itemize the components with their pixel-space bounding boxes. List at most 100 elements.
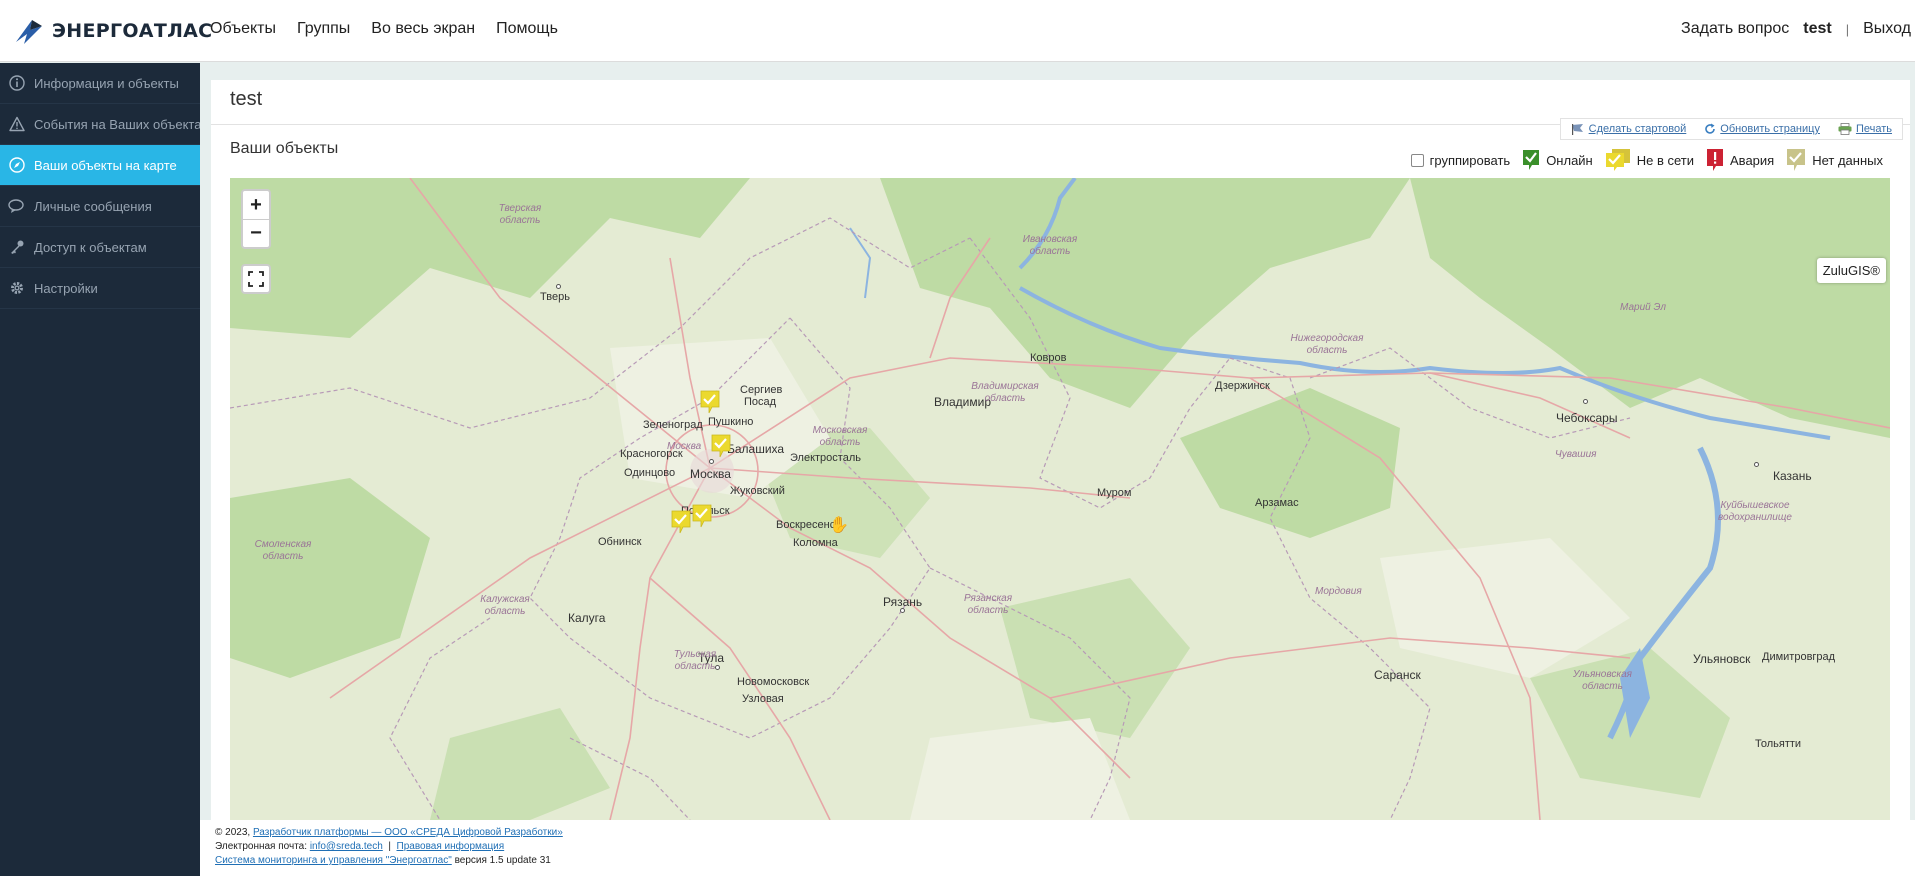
legend-alarm: Авария <box>1706 148 1774 172</box>
city-dot <box>1754 462 1759 467</box>
info-icon <box>8 74 26 92</box>
city-label: Муром <box>1097 487 1132 499</box>
nav-fullscreen[interactable]: Во весь экран <box>371 20 475 38</box>
city-dot <box>709 459 714 464</box>
zoom-in-button[interactable]: + <box>243 191 269 219</box>
region-label: Смоленская область <box>254 539 312 562</box>
fullscreen-icon <box>248 271 264 287</box>
map-attribution: ZuluGIS® <box>1816 258 1886 283</box>
city-label: Обнинск <box>598 536 642 548</box>
legend-online-label: Онлайн <box>1546 152 1593 168</box>
make-start-label: Сделать стартовой <box>1588 123 1687 135</box>
legend-offline: Не в сети <box>1605 148 1694 172</box>
city-label: Узловая <box>742 693 784 705</box>
sidebar-item-map[interactable]: Ваши объекты на карте <box>0 145 200 186</box>
system-link[interactable]: Система мониторинга и управления "Энерго… <box>215 855 452 866</box>
region-label: Куйбышевское водохранилище <box>1718 500 1792 523</box>
sidebar-item-settings[interactable]: Настройки <box>0 268 200 309</box>
refresh-page-button[interactable]: Обновить страницу <box>1704 123 1820 135</box>
sidebar-item-label: Настройки <box>34 280 98 296</box>
city-label: Саранск <box>1374 668 1421 682</box>
nav-groups[interactable]: Группы <box>297 20 350 38</box>
city-label: Ковров <box>1030 352 1067 364</box>
legend-offline-label: Не в сети <box>1636 152 1695 168</box>
region-label: Нижегородская область <box>1290 333 1364 356</box>
legend-alarm-label: Авария <box>1730 152 1775 168</box>
username[interactable]: test <box>1803 20 1831 38</box>
make-start-page-button[interactable]: Сделать стартовой <box>1571 123 1687 135</box>
sidebar-item-messages[interactable]: Личные сообщения <box>0 186 200 227</box>
logo-text: ЭНЕРГОАТЛАС <box>52 20 213 42</box>
print-label: Печать <box>1855 123 1892 135</box>
object-marker-offline[interactable] <box>700 390 720 414</box>
city-label: Рязань <box>883 595 923 609</box>
region-label: Московская область <box>812 425 868 448</box>
object-marker-offline[interactable] <box>671 510 691 534</box>
online-marker-icon <box>1523 150 1540 170</box>
top-bar: ЭНЕРГОАТЛАС Объекты Группы Во весь экран… <box>0 0 1915 62</box>
region-label: Тверская область <box>498 203 542 226</box>
email-label: Электронная почта: <box>215 841 308 852</box>
object-marker-offline[interactable] <box>692 504 712 528</box>
key-icon <box>8 238 26 256</box>
region-label: Владимирская область <box>971 381 1039 404</box>
city-label: Ульяновск <box>1693 652 1751 666</box>
gear-icon <box>8 279 26 297</box>
page-title: test <box>230 88 263 110</box>
print-button[interactable]: Печать <box>1838 123 1892 135</box>
region-label: Рязанская область <box>963 593 1013 616</box>
region-label: Калужская область <box>480 594 530 617</box>
sidebar-item-events[interactable]: События на Ваших объектах <box>0 104 200 145</box>
sidebar-item-info[interactable]: Информация и объекты <box>0 63 200 104</box>
main-nav: Объекты Группы Во весь экран Помощь <box>210 20 558 38</box>
city-label: Коломна <box>793 537 838 549</box>
email-link[interactable]: info@sreda.tech <box>310 841 383 852</box>
nodata-marker-icon <box>1787 149 1806 171</box>
city-label: Чебоксары <box>1556 411 1618 425</box>
grab-cursor-icon: ✋ <box>829 517 849 534</box>
region-label: Чувашия <box>1555 449 1597 460</box>
city-label: Пушкино <box>708 416 754 428</box>
city-label: Дзержинск <box>1215 380 1270 392</box>
group-checkbox[interactable] <box>1410 153 1424 167</box>
city-dot <box>1583 399 1588 404</box>
city-label: Димитровград <box>1762 651 1836 663</box>
city-label: Москва <box>690 467 731 481</box>
sidebar-item-label: Информация и объекты <box>34 75 179 91</box>
user-menu: Задать вопрос test | Выход <box>1681 20 1911 38</box>
region-label: Тульская область <box>673 649 717 672</box>
nav-objects[interactable]: Объекты <box>210 20 276 38</box>
city-label: Тверь <box>540 291 570 303</box>
sidebar-item-label: Ваши объекты на карте <box>34 157 177 173</box>
nav-separator: | <box>1845 21 1850 37</box>
city-label: Тольятти <box>1755 738 1802 750</box>
city-label: Жуковский <box>730 485 785 497</box>
warning-icon <box>8 115 26 133</box>
zoom-out-button[interactable]: − <box>243 219 269 247</box>
developer-link[interactable]: Разработчик платформы — ООО «СРЕДА Цифро… <box>253 827 563 838</box>
logo-bolt-icon <box>16 20 42 44</box>
city-label: Зеленоград <box>643 419 703 431</box>
app-logo[interactable]: ЭНЕРГОАТЛАС <box>14 16 212 46</box>
zoom-control: + − <box>241 189 271 249</box>
fullscreen-button[interactable] <box>241 264 271 294</box>
section-title: Ваши объекты <box>230 140 339 157</box>
sidebar: Информация и объекты События на Ваших об… <box>0 63 200 876</box>
version: версия 1.5 update 31 <box>454 855 551 866</box>
city-label: Арзамас <box>1255 497 1299 509</box>
logout-link[interactable]: Выход <box>1863 20 1911 38</box>
footer: © 2023, Разработчик платформы — ООО «СРЕ… <box>200 820 1915 876</box>
ask-question-link[interactable]: Задать вопрос <box>1681 20 1789 38</box>
object-marker-offline[interactable] <box>711 434 731 458</box>
legend-online: Онлайн <box>1522 149 1593 171</box>
map-view[interactable]: Тверь Ковров Владимир Дзержинск Чебоксар… <box>230 178 1890 820</box>
city-dot <box>900 608 905 613</box>
city-label: Сергиев Посад <box>740 384 783 408</box>
nav-help[interactable]: Помощь <box>496 20 558 38</box>
legal-link[interactable]: Правовая информация <box>397 841 505 852</box>
flag-icon <box>1571 124 1583 135</box>
main-panel: test Сделать стартовой Обновить страницу… <box>211 80 1911 820</box>
sidebar-item-access[interactable]: Доступ к объектам <box>0 227 200 268</box>
group-toggle[interactable]: группировать <box>1410 153 1510 168</box>
page-scrollbar[interactable] <box>1910 63 1915 820</box>
